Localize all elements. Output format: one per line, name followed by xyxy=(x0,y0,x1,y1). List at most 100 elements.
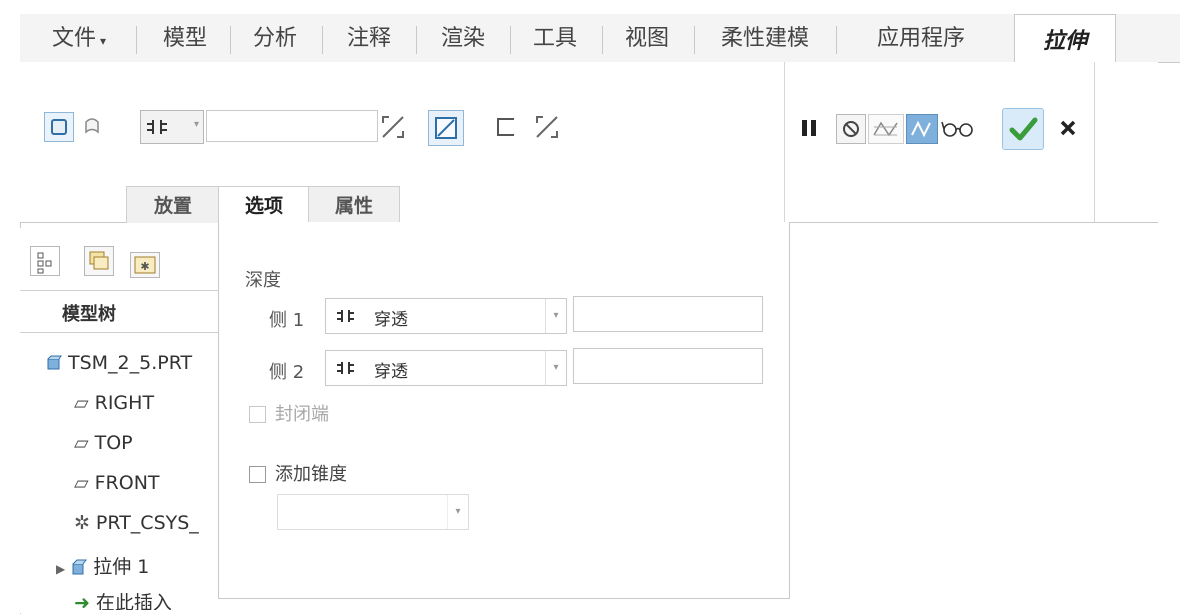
side1-depth-select[interactable]: 穿透 ▾ xyxy=(325,298,567,334)
verify-mode-button[interactable] xyxy=(940,114,976,142)
tree-item-front-plane[interactable]: ▱ FRONT xyxy=(74,472,160,494)
menu-separator xyxy=(510,26,511,54)
flip-direction-icon xyxy=(382,116,404,138)
tree-item-extrude[interactable]: ▶ 拉伸 1 xyxy=(56,552,149,579)
extrude-feature-icon xyxy=(71,556,88,578)
pause-button[interactable] xyxy=(798,116,822,140)
tree-item-label: TOP xyxy=(94,432,133,454)
file-menu-label: 文件 xyxy=(51,26,96,51)
tree-item-csys[interactable]: ✲ PRT_CSYS_ xyxy=(74,512,199,534)
pane-divider xyxy=(20,290,218,291)
thicken-sketch-button[interactable] xyxy=(492,112,520,142)
expand-arrow-icon: ▶ xyxy=(56,562,66,576)
tree-item-label: RIGHT xyxy=(94,392,155,414)
menu-separator xyxy=(322,26,323,54)
taper-angle-select[interactable]: ▾ xyxy=(277,494,469,530)
layer-tree-tab[interactable] xyxy=(84,246,114,276)
tree-item-right-plane[interactable]: ▱ RIGHT xyxy=(74,392,154,414)
remove-material-button[interactable] xyxy=(428,110,464,146)
ribbon-divider xyxy=(784,62,785,222)
tab-properties[interactable]: 属性 xyxy=(308,186,400,223)
glasses-icon xyxy=(941,121,973,137)
tree-item-label: PRT_CSYS_ xyxy=(95,512,199,534)
remove-material-icon xyxy=(435,117,457,139)
tree-item-insert-here[interactable]: ➜ 在此插入 xyxy=(74,588,172,610)
depth-option-dropdown[interactable]: ▾ xyxy=(140,110,204,144)
coordinate-system-icon: ✲ xyxy=(74,512,90,534)
tab-model[interactable]: 模型 xyxy=(144,14,226,61)
datum-plane-icon: ▱ xyxy=(74,432,89,454)
tab-applications[interactable]: 应用程序 xyxy=(846,14,996,61)
model-tree-title: 模型树 xyxy=(62,304,116,325)
pane-divider xyxy=(20,332,218,333)
chevron-down-icon: ▾ xyxy=(545,299,566,333)
ribbon-tab-bar: 文件 ▾ 模型 分析 注释 渲染 工具 视图 柔性建模 应用程序 拉伸 xyxy=(20,14,1180,64)
layers-icon xyxy=(89,251,109,270)
side1-label: 侧 1 xyxy=(269,310,305,331)
side1-value: 穿透 xyxy=(374,310,408,330)
menu-separator xyxy=(694,26,695,54)
capped-ends-checkbox[interactable] xyxy=(249,406,266,423)
menu-separator xyxy=(230,26,231,54)
model-tree-pane: ✱ 模型树 TSM_2_5.PRT ▱ RIGHT ▱ TOP ▱ FRONT ✲ PR… xyxy=(20,228,218,613)
tab-placement[interactable]: 放置 xyxy=(126,186,220,223)
add-taper-label: 添加锥度 xyxy=(275,464,347,485)
through-all-icon xyxy=(147,120,167,134)
flip-direction-button[interactable] xyxy=(378,112,408,142)
depth-value-input[interactable] xyxy=(206,110,378,142)
model-tree-tab[interactable] xyxy=(30,246,60,276)
side2-label: 侧 2 xyxy=(269,362,305,383)
tab-extrude[interactable]: 拉伸 xyxy=(1014,14,1116,64)
feature-preview-icon xyxy=(911,120,931,138)
file-menu[interactable]: 文件 ▾ xyxy=(36,14,122,61)
options-panel: 深度 侧 1 穿透 ▾ 侧 2 穿透 ▾ 封闭端 添加锥度 ▾ xyxy=(218,222,790,599)
tree-item-label: FRONT xyxy=(94,472,160,494)
extrude-surface-button[interactable] xyxy=(78,112,106,140)
tree-item-part[interactable]: TSM_2_5.PRT xyxy=(46,352,192,374)
chevron-down-icon: ▾ xyxy=(193,119,199,130)
side2-depth-select[interactable]: 穿透 ▾ xyxy=(325,350,567,386)
chevron-down-icon: ▾ xyxy=(447,495,468,529)
datum-plane-icon: ▱ xyxy=(74,472,89,494)
tab-render[interactable]: 渲染 xyxy=(422,14,504,61)
tree-icon xyxy=(37,252,52,274)
extrude-solid-button[interactable] xyxy=(44,112,74,142)
tree-item-label: 拉伸 1 xyxy=(93,556,150,578)
menu-separator xyxy=(136,26,137,54)
checkmark-icon xyxy=(1009,117,1038,141)
chevron-down-icon: ▾ xyxy=(99,34,107,48)
thicken-icon xyxy=(497,118,514,136)
tab-flexible-modeling[interactable]: 柔性建模 xyxy=(700,14,830,61)
part-icon xyxy=(46,352,62,374)
tab-options[interactable]: 选项 xyxy=(218,186,310,224)
insert-arrow-icon: ➜ xyxy=(74,592,90,610)
tab-extrude-label: 拉伸 xyxy=(1042,28,1087,54)
tree-item-top-plane[interactable]: ▱ TOP xyxy=(74,432,133,454)
feature-preview-button[interactable] xyxy=(906,114,938,144)
svg-text:✱: ✱ xyxy=(140,260,149,273)
ok-button[interactable] xyxy=(1002,108,1044,150)
geometry-preview-icon xyxy=(873,121,898,137)
surface-icon xyxy=(85,118,99,134)
geometry-preview-button[interactable] xyxy=(868,114,904,144)
tab-analysis[interactable]: 分析 xyxy=(234,14,316,61)
menu-separator xyxy=(836,26,837,54)
capped-ends-label: 封闭端 xyxy=(275,404,329,425)
add-taper-checkbox[interactable] xyxy=(249,466,266,483)
menu-separator xyxy=(416,26,417,54)
tab-tools[interactable]: 工具 xyxy=(514,14,596,61)
tab-view[interactable]: 视图 xyxy=(606,14,688,61)
folder-star-icon: ✱ xyxy=(134,256,156,274)
no-preview-button[interactable] xyxy=(836,114,866,144)
tree-item-label: TSM_2_5.PRT xyxy=(68,352,193,374)
ribbon-divider xyxy=(1094,62,1095,222)
side2-depth-input[interactable] xyxy=(573,348,763,384)
close-icon xyxy=(1060,120,1076,136)
chevron-down-icon: ▾ xyxy=(545,351,566,385)
cancel-button[interactable] xyxy=(1056,116,1080,140)
no-preview-icon xyxy=(843,121,859,137)
flip-thicken-button[interactable] xyxy=(532,112,562,142)
tab-annotate[interactable]: 注释 xyxy=(328,14,410,61)
favorites-tab[interactable]: ✱ xyxy=(130,252,160,278)
side1-depth-input[interactable] xyxy=(573,296,763,332)
